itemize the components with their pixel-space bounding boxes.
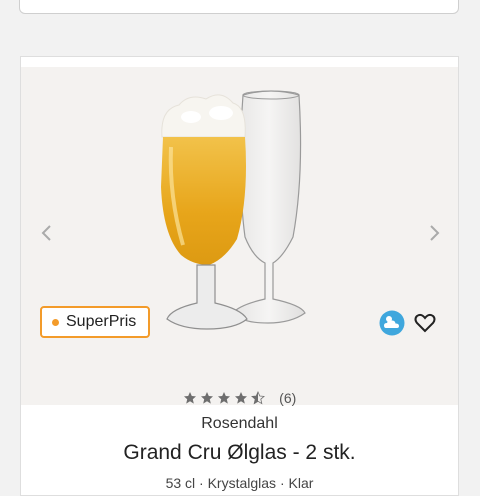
product-card[interactable]: SuperPris (6) Rosendahl Grand Cru Ølglas… [20, 56, 459, 496]
star-icon [200, 391, 213, 404]
superpris-badge: SuperPris [40, 306, 151, 338]
product-image-area: SuperPris [21, 67, 458, 405]
product-subtitle: 53 cl · Krystalglas · Klar [165, 475, 314, 491]
rating[interactable]: (6) [21, 389, 458, 407]
product-brand[interactable]: Rosendahl [21, 415, 458, 433]
heart-icon[interactable] [414, 313, 436, 333]
badge-label: SuperPris [66, 313, 137, 330]
product-image[interactable] [21, 67, 458, 405]
badge-dot [52, 318, 59, 326]
rating-stars [183, 390, 265, 405]
product-title[interactable]: Grand Cru Ølglas - 2 stk. [21, 441, 458, 465]
search-bar[interactable] [19, 0, 459, 14]
chevron-left-icon[interactable] [37, 223, 57, 243]
star-half-icon [250, 390, 265, 405]
review-count[interactable]: (6) [279, 390, 296, 406]
chevron-right-icon[interactable] [424, 223, 444, 243]
star-icon [183, 391, 196, 404]
star-icon [234, 391, 247, 404]
cloud-sun-icon [379, 310, 405, 336]
star-icon [217, 391, 230, 404]
